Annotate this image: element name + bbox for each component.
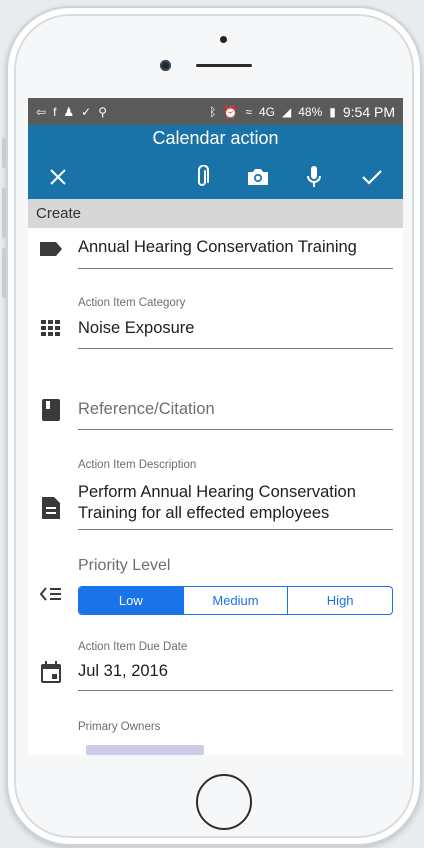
reference-underline bbox=[78, 429, 393, 430]
home-button[interactable] bbox=[196, 774, 252, 830]
volume-down-button bbox=[2, 248, 6, 298]
category-field[interactable]: Noise Exposure bbox=[78, 319, 393, 338]
label-tag-icon bbox=[38, 236, 64, 262]
description-label: Action Item Description bbox=[78, 459, 197, 471]
back-arrow-notification-icon: ⇦ bbox=[36, 104, 47, 119]
proximity-sensor bbox=[220, 36, 227, 43]
grid-icon bbox=[38, 315, 64, 341]
owner-chip[interactable] bbox=[86, 745, 204, 755]
front-camera bbox=[160, 60, 171, 71]
check-circle-icon: ✓ bbox=[81, 104, 92, 119]
description-field[interactable]: Perform Annual Hearing Conservation Trai… bbox=[78, 482, 393, 524]
due-date-underline bbox=[78, 690, 393, 691]
mute-switch bbox=[2, 138, 6, 168]
status-bar: ⇦ f ♟ ✓ ⚲ ᛒ ⏰ ≈ 4G ◢ 48% ▮ 9:54 PM bbox=[28, 98, 403, 125]
category-label: Action Item Category bbox=[78, 297, 186, 309]
attach-icon[interactable] bbox=[186, 161, 218, 193]
app-screen: ⇦ f ♟ ✓ ⚲ ᛒ ⏰ ≈ 4G ◢ 48% ▮ 9:54 PM Calen… bbox=[28, 98, 403, 755]
app-bar: Calendar action bbox=[28, 125, 403, 199]
wifi-icon: ≈ bbox=[245, 104, 252, 119]
people-icon bbox=[38, 742, 64, 755]
title-row: Annual Hearing Conservation Training bbox=[28, 235, 403, 275]
description-line-1: Perform Annual Hearing Conservation bbox=[78, 483, 356, 501]
owners-label: Primary Owners bbox=[78, 721, 161, 733]
alarm-icon: ⏰ bbox=[223, 104, 239, 119]
title-field[interactable]: Annual Hearing Conservation Training bbox=[78, 238, 393, 257]
battery-icon: ▮ bbox=[329, 104, 336, 119]
due-date-label: Action Item Due Date bbox=[78, 641, 188, 653]
priority-low-button[interactable]: Low bbox=[79, 587, 183, 614]
bluetooth-icon: ᛒ bbox=[209, 104, 217, 119]
facebook-icon: f bbox=[53, 104, 57, 119]
camera-icon[interactable] bbox=[242, 161, 274, 193]
document-icon bbox=[38, 495, 64, 521]
reference-field[interactable]: Reference/Citation bbox=[78, 400, 393, 419]
description-underline bbox=[78, 529, 393, 530]
battery-percent: 48% bbox=[298, 104, 323, 119]
book-icon bbox=[38, 397, 64, 423]
priority-medium-button[interactable]: Medium bbox=[182, 587, 288, 614]
location-icon: ⚲ bbox=[98, 104, 108, 119]
close-icon[interactable] bbox=[42, 161, 74, 193]
check-icon[interactable] bbox=[356, 161, 388, 193]
priority-label: Priority Level bbox=[78, 557, 171, 574]
priority-high-button[interactable]: High bbox=[287, 587, 392, 614]
priority-segmented-control: Low Medium High bbox=[78, 586, 393, 615]
section-header: Create bbox=[28, 199, 403, 228]
signal-icon: ◢ bbox=[281, 104, 292, 119]
page-title: Calendar action bbox=[152, 128, 279, 148]
description-line-2: Training for all effected employees bbox=[78, 504, 330, 522]
volume-up-button bbox=[2, 188, 6, 238]
person-icon: ♟ bbox=[63, 104, 75, 119]
network-type-label: 4G bbox=[258, 104, 275, 119]
due-date-field[interactable]: Jul 31, 2016 bbox=[78, 662, 393, 681]
earpiece-speaker bbox=[196, 64, 252, 67]
calendar-icon bbox=[38, 659, 64, 685]
priority-list-icon bbox=[38, 581, 64, 607]
status-time: 9:54 PM bbox=[342, 103, 395, 120]
category-underline bbox=[78, 348, 393, 349]
mic-icon[interactable] bbox=[298, 161, 330, 193]
title-underline bbox=[78, 268, 393, 269]
